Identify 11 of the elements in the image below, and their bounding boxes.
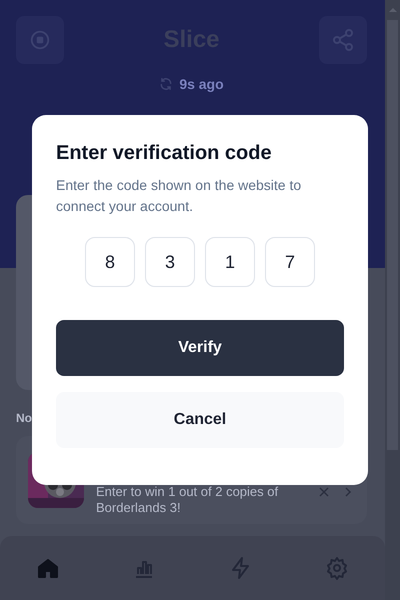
code-digit-field[interactable]: 8 bbox=[85, 237, 135, 287]
code-digit-field[interactable]: 3 bbox=[145, 237, 195, 287]
code-digit-field[interactable]: 7 bbox=[265, 237, 315, 287]
section-heading: No bbox=[16, 411, 32, 425]
dialog-title: Enter verification code bbox=[56, 142, 273, 165]
giveaway-description: Enter to win 1 out of 2 copies of Borderlands 3! bbox=[96, 484, 280, 516]
verify-button[interactable]: Verify bbox=[56, 320, 344, 376]
cancel-button[interactable]: Cancel bbox=[56, 392, 344, 448]
dialog-description: Enter the code shown on the website to connect your account. bbox=[56, 176, 302, 216]
sync-time: 9s ago bbox=[179, 76, 224, 92]
code-digit-field[interactable]: 1 bbox=[205, 237, 255, 287]
